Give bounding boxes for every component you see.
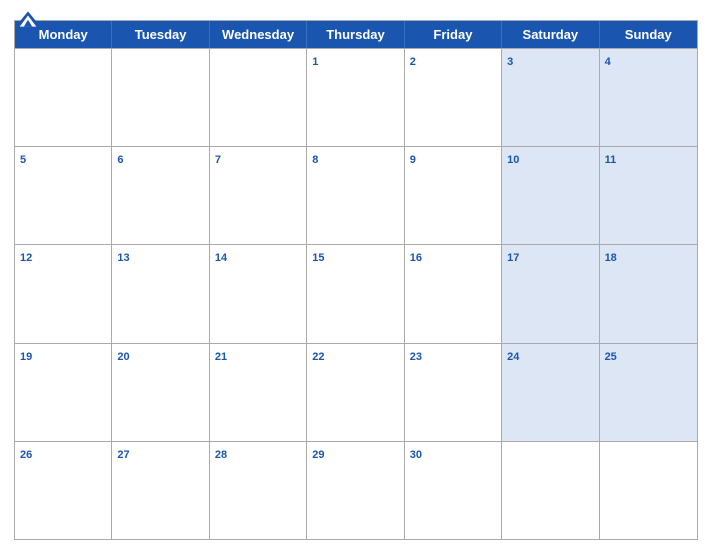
calendar-row-1: 1 2 3 4 <box>15 48 697 146</box>
day-cell-18: 18 <box>600 245 697 342</box>
day-number: 16 <box>410 252 422 264</box>
day-cell-29: 29 <box>307 442 404 539</box>
empty-cell <box>112 49 209 146</box>
calendar: MondayTuesdayWednesdayThursdayFridaySatu… <box>14 20 698 540</box>
day-cell-5: 5 <box>15 147 112 244</box>
day-number: 19 <box>20 351 32 363</box>
day-number: 26 <box>20 449 32 461</box>
day-cell-3: 3 <box>502 49 599 146</box>
day-number: 12 <box>20 252 32 264</box>
day-number: 28 <box>215 449 227 461</box>
day-number: 18 <box>605 252 617 264</box>
empty-cell <box>502 442 599 539</box>
day-cell-1: 1 <box>307 49 404 146</box>
logo-icon <box>14 10 42 28</box>
day-of-week-thursday: Thursday <box>307 21 404 48</box>
day-number: 15 <box>312 252 324 264</box>
day-cell-30: 30 <box>405 442 502 539</box>
day-number: 8 <box>312 154 318 166</box>
day-cell-12: 12 <box>15 245 112 342</box>
day-number: 25 <box>605 351 617 363</box>
day-number: 24 <box>507 351 519 363</box>
day-cell-16: 16 <box>405 245 502 342</box>
empty-cell <box>15 49 112 146</box>
empty-cell <box>600 442 697 539</box>
day-number: 10 <box>507 154 519 166</box>
day-cell-6: 6 <box>112 147 209 244</box>
day-cell-25: 25 <box>600 344 697 441</box>
day-number: 23 <box>410 351 422 363</box>
day-number: 3 <box>507 56 513 68</box>
calendar-page: MondayTuesdayWednesdayThursdayFridaySatu… <box>0 0 712 550</box>
day-cell-17: 17 <box>502 245 599 342</box>
day-cell-20: 20 <box>112 344 209 441</box>
day-of-week-friday: Friday <box>405 21 502 48</box>
day-number: 20 <box>117 351 129 363</box>
day-number: 21 <box>215 351 227 363</box>
day-cell-21: 21 <box>210 344 307 441</box>
calendar-body: 1234567891011121314151617181920212223242… <box>15 48 697 539</box>
day-cell-15: 15 <box>307 245 404 342</box>
calendar-row-2: 5 6 7 8 9 10 11 <box>15 146 697 244</box>
day-of-week-wednesday: Wednesday <box>210 21 307 48</box>
empty-cell <box>210 49 307 146</box>
day-of-week-tuesday: Tuesday <box>112 21 209 48</box>
day-number: 14 <box>215 252 227 264</box>
day-cell-22: 22 <box>307 344 404 441</box>
day-cell-24: 24 <box>502 344 599 441</box>
calendar-row-4: 19 20 21 22 23 24 25 <box>15 343 697 441</box>
day-number: 1 <box>312 56 318 68</box>
day-number: 11 <box>605 154 617 166</box>
day-number: 2 <box>410 56 416 68</box>
day-number: 17 <box>507 252 519 264</box>
day-cell-23: 23 <box>405 344 502 441</box>
day-cell-2: 2 <box>405 49 502 146</box>
day-cell-19: 19 <box>15 344 112 441</box>
day-cell-8: 8 <box>307 147 404 244</box>
day-of-week-sunday: Sunday <box>600 21 697 48</box>
day-cell-28: 28 <box>210 442 307 539</box>
day-number: 13 <box>117 252 129 264</box>
day-cell-26: 26 <box>15 442 112 539</box>
day-number: 7 <box>215 154 221 166</box>
day-cell-13: 13 <box>112 245 209 342</box>
day-cell-7: 7 <box>210 147 307 244</box>
calendar-header: MondayTuesdayWednesdayThursdayFridaySatu… <box>15 21 697 48</box>
day-cell-10: 10 <box>502 147 599 244</box>
calendar-row-5: 26 27 28 29 30 <box>15 441 697 539</box>
day-cell-27: 27 <box>112 442 209 539</box>
day-number: 5 <box>20 154 26 166</box>
day-of-week-saturday: Saturday <box>502 21 599 48</box>
day-number: 6 <box>117 154 123 166</box>
day-cell-14: 14 <box>210 245 307 342</box>
day-number: 29 <box>312 449 324 461</box>
day-number: 9 <box>410 154 416 166</box>
page-header <box>14 10 698 14</box>
day-number: 30 <box>410 449 422 461</box>
calendar-row-3: 12 13 14 15 16 17 18 <box>15 244 697 342</box>
day-number: 22 <box>312 351 324 363</box>
day-cell-11: 11 <box>600 147 697 244</box>
day-number: 27 <box>117 449 129 461</box>
day-cell-4: 4 <box>600 49 697 146</box>
logo <box>14 10 42 28</box>
day-number: 4 <box>605 56 611 68</box>
day-cell-9: 9 <box>405 147 502 244</box>
